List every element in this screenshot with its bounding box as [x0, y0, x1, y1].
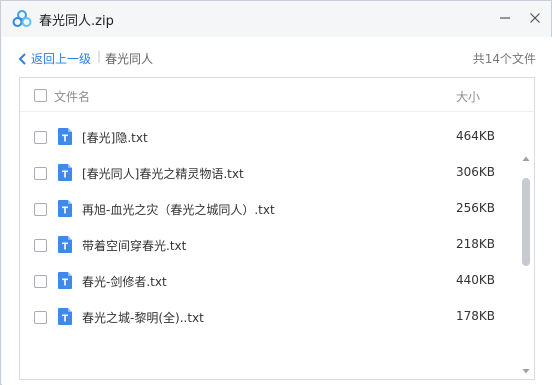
breadcrumb-separator: |	[97, 49, 102, 63]
txt-file-icon	[58, 272, 72, 289]
file-size: 306KB	[456, 165, 496, 179]
file-row[interactable]: 带着空间穿春光.txt 218KB	[20, 228, 520, 264]
txt-file-icon	[58, 128, 72, 145]
title-bar[interactable]: 春光同人.zip	[1, 1, 551, 37]
file-name[interactable]: 带着空间穿春光.txt	[82, 237, 186, 254]
file-checkbox[interactable]	[34, 275, 47, 288]
column-header-size[interactable]: 大小	[456, 88, 480, 105]
file-name[interactable]: [春光]隐.txt	[82, 129, 148, 146]
file-size: 440KB	[456, 273, 496, 287]
breadcrumb-current: 春光同人	[105, 52, 154, 66]
txt-file-icon	[58, 164, 72, 181]
file-checkbox[interactable]	[34, 131, 47, 144]
txt-file-icon	[58, 236, 72, 253]
file-name[interactable]: 再旭-血光之灾（春光之城同人）.txt	[82, 201, 275, 218]
list-header: 文件名 大小	[20, 78, 534, 112]
scroll-up-arrow-icon[interactable]	[522, 155, 530, 163]
file-size: 464KB	[456, 129, 496, 143]
select-all-checkbox[interactable]	[34, 89, 47, 102]
file-list: 文件名 大小 [春光]隐.txt 464KB [春光同人]春光之精灵物语.txt 30…	[19, 77, 535, 380]
back-button[interactable]: 返回上一级	[18, 50, 91, 67]
file-row[interactable]: [春光同人]春光之精灵物语.txt 306KB	[20, 156, 520, 192]
file-size: 256KB	[456, 201, 496, 215]
minimize-icon	[500, 17, 510, 19]
vertical-scrollbar[interactable]	[520, 155, 532, 375]
minimize-button[interactable]	[494, 7, 516, 29]
close-icon	[530, 13, 540, 23]
baidu-netdisk-cloud-icon	[12, 10, 32, 27]
file-row[interactable]: 再旭-血光之灾（春光之城同人）.txt 256KB	[20, 192, 520, 228]
file-checkbox[interactable]	[34, 239, 47, 252]
file-row[interactable]: 春光之城-黎明(全)..txt 178KB	[20, 300, 520, 336]
file-name[interactable]: 春光之城-黎明(全)..txt	[82, 309, 204, 326]
txt-file-icon	[58, 200, 72, 217]
file-checkbox[interactable]	[34, 311, 47, 324]
archive-content: 返回上一级 | 春光同人 共14个文件 文件名 大小 [春光]隐.txt 464K…	[2, 37, 552, 385]
file-checkbox[interactable]	[34, 203, 47, 216]
scroll-down-arrow-icon[interactable]	[522, 367, 530, 375]
file-size: 218KB	[456, 237, 496, 251]
file-size: 178KB	[456, 309, 496, 323]
file-name[interactable]: 春光-剑修者.txt	[82, 273, 167, 290]
archive-preview-window: 春光同人.zip 返回上一级 | 春光同人 共14个文件 文件名 大小 [春光]…	[0, 0, 552, 385]
close-button[interactable]	[524, 7, 546, 29]
window-title: 春光同人.zip	[39, 14, 114, 29]
column-header-name[interactable]: 文件名	[54, 88, 90, 105]
scrollbar-thumb[interactable]	[522, 178, 530, 266]
file-row[interactable]: 春光-剑修者.txt 440KB	[20, 264, 520, 300]
chevron-left-icon	[18, 52, 26, 65]
file-name[interactable]: [春光同人]春光之精灵物语.txt	[82, 165, 244, 182]
txt-file-icon	[58, 308, 72, 325]
file-checkbox[interactable]	[34, 167, 47, 180]
back-label: 返回上一级	[31, 52, 92, 66]
file-count: 共14个文件	[472, 52, 536, 66]
file-row[interactable]: [春光]隐.txt 464KB	[20, 120, 520, 156]
